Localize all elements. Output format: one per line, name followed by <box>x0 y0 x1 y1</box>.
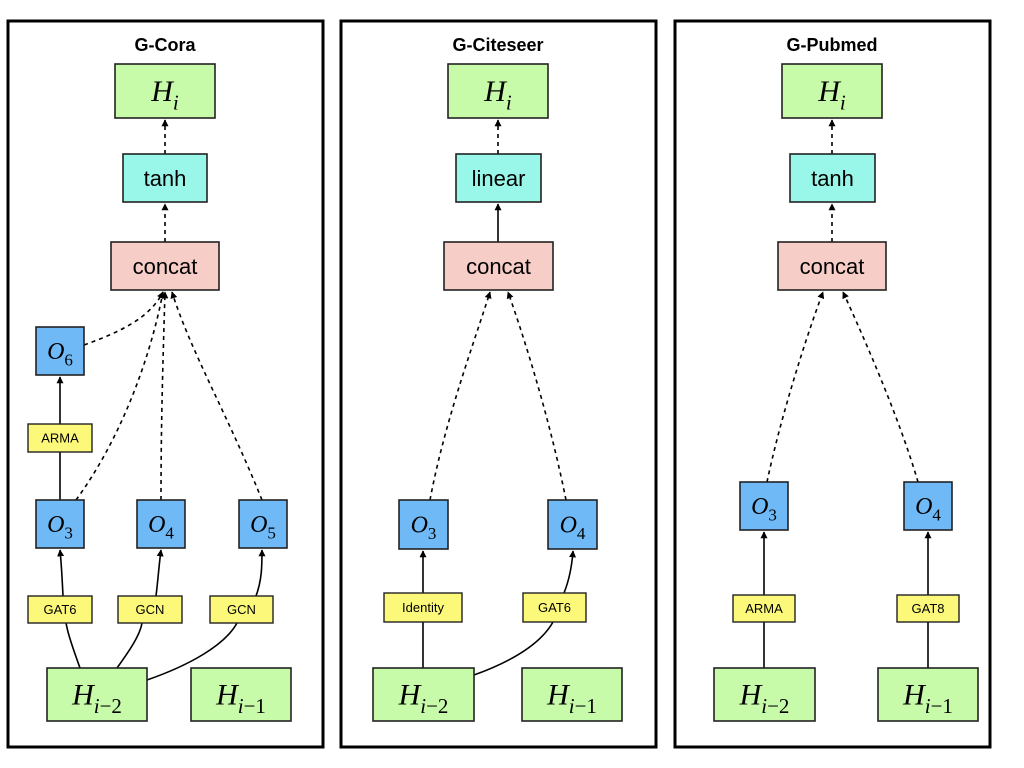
label-base: O <box>411 512 428 538</box>
node-l-gcn2: GCN <box>209 595 274 624</box>
node-l-gcn1: GCN <box>117 595 183 624</box>
node-out: Hi <box>781 63 883 119</box>
node-act: tanh <box>789 153 876 203</box>
node-label: GCN <box>136 602 165 617</box>
panel-title: G-Cora <box>134 35 196 55</box>
label-subscript: 4 <box>932 506 941 525</box>
label-base: H <box>71 678 96 711</box>
node-label: tanh <box>811 166 854 191</box>
node-hm1: Hi−1 <box>877 667 979 722</box>
subscript-offset: −2 <box>426 694 448 718</box>
node-label: GAT8 <box>912 601 945 616</box>
node-concat: concat <box>443 241 554 291</box>
node-hm2: Hi−2 <box>713 667 816 722</box>
node-o3: O3 <box>739 481 789 531</box>
label-base: H <box>150 75 175 108</box>
node-o4: O4 <box>903 481 953 531</box>
node-label: concat <box>466 254 531 279</box>
label-base: O <box>47 512 64 538</box>
label-subscript: i−2 <box>420 694 448 718</box>
node-label: linear <box>472 166 526 191</box>
node-label: Identity <box>402 600 444 615</box>
node-o4: O4 <box>136 499 186 549</box>
node-o4: O4 <box>547 499 598 550</box>
label-subscript: 3 <box>64 524 73 543</box>
subscript-offset: −1 <box>931 694 953 718</box>
node-l-arma: ARMA <box>27 423 93 453</box>
subscript-index: i <box>506 90 512 114</box>
panel-g-pubmed: G-Pubmed HitanhconcatO3 O4ARMA GAT8Hi−2 Hi−… <box>673 19 992 749</box>
label-subscript: 6 <box>64 351 73 370</box>
node-act: tanh <box>122 153 208 203</box>
subscript-index: i <box>173 90 179 114</box>
node-label: ARMA <box>745 601 783 616</box>
label-subscript: i <box>173 90 179 114</box>
node-o3: O3 <box>35 499 85 549</box>
label-subscript: 3 <box>428 524 437 543</box>
node-label: concat <box>800 254 865 279</box>
label-subscript: 5 <box>267 524 276 543</box>
node-concat: concat <box>777 241 887 291</box>
label-base: H <box>902 678 927 711</box>
node-act: linear <box>455 153 542 203</box>
architecture-diagram: G-Cora HitanhconcatO6ARMAO3 O4 O5GAT6 GCN GC… <box>6 19 992 749</box>
label-subscript: 4 <box>165 524 174 543</box>
label-subscript: i−1 <box>238 694 266 718</box>
node-label: GCN <box>227 602 256 617</box>
node-label: GAT6 <box>538 600 571 615</box>
node-o6: O6 <box>35 326 85 376</box>
label-base: O <box>250 512 267 538</box>
label-subscript: i <box>840 90 846 114</box>
panel-title: G-Citeseer <box>452 35 543 55</box>
subscript-offset: −1 <box>575 694 597 718</box>
node-out: Hi <box>447 63 549 119</box>
subscript-offset: −2 <box>100 694 122 718</box>
node-l-gat6: GAT6 <box>27 595 93 624</box>
label-subscript: i−1 <box>925 694 953 718</box>
node-out: Hi <box>114 63 216 119</box>
label-base: O <box>47 339 64 365</box>
node-o5: O5 <box>238 499 288 549</box>
node-label: GAT6 <box>44 602 77 617</box>
node-l-identity: Identity <box>383 592 463 623</box>
node-hm1: Hi−1 <box>190 667 292 722</box>
label-base: H <box>739 678 764 711</box>
panel-g-citeseer: G-Citeseer HilinearconcatO3 O4Identity GAT… <box>339 19 658 749</box>
node-label: tanh <box>144 166 187 191</box>
node-label: concat <box>133 254 198 279</box>
node-label: ARMA <box>41 431 79 446</box>
label-base: O <box>751 494 768 520</box>
node-l-gat6: GAT6 <box>522 592 587 623</box>
panel-g-cora: G-Cora HitanhconcatO6ARMAO3 O4 O5GAT6 GCN GC… <box>6 19 325 749</box>
label-base: O <box>915 494 932 520</box>
label-base: O <box>560 512 577 538</box>
label-base: H <box>215 678 240 711</box>
label-base: H <box>546 678 571 711</box>
subscript-index: i <box>840 90 846 114</box>
label-base: H <box>398 678 423 711</box>
label-base: O <box>148 512 165 538</box>
node-l-arma: ARMA <box>732 594 796 623</box>
panel-title: G-Pubmed <box>786 35 877 55</box>
node-hm2: Hi−2 <box>372 667 475 722</box>
label-subscript: 3 <box>768 506 777 525</box>
label-subscript: i−2 <box>761 694 789 718</box>
node-hm1: Hi−1 <box>521 667 623 722</box>
label-subscript: 4 <box>577 524 586 543</box>
node-hm2: Hi−2 <box>46 667 148 722</box>
node-concat: concat <box>110 241 220 291</box>
subscript-offset: −1 <box>244 694 266 718</box>
label-subscript: i <box>506 90 512 114</box>
label-subscript: i−2 <box>94 694 122 718</box>
node-o3: O3 <box>398 499 449 550</box>
label-subscript: i−1 <box>569 694 597 718</box>
subscript-offset: −2 <box>767 694 789 718</box>
node-l-gat8: GAT8 <box>896 594 960 623</box>
label-base: H <box>483 75 508 108</box>
label-base: H <box>817 75 842 108</box>
